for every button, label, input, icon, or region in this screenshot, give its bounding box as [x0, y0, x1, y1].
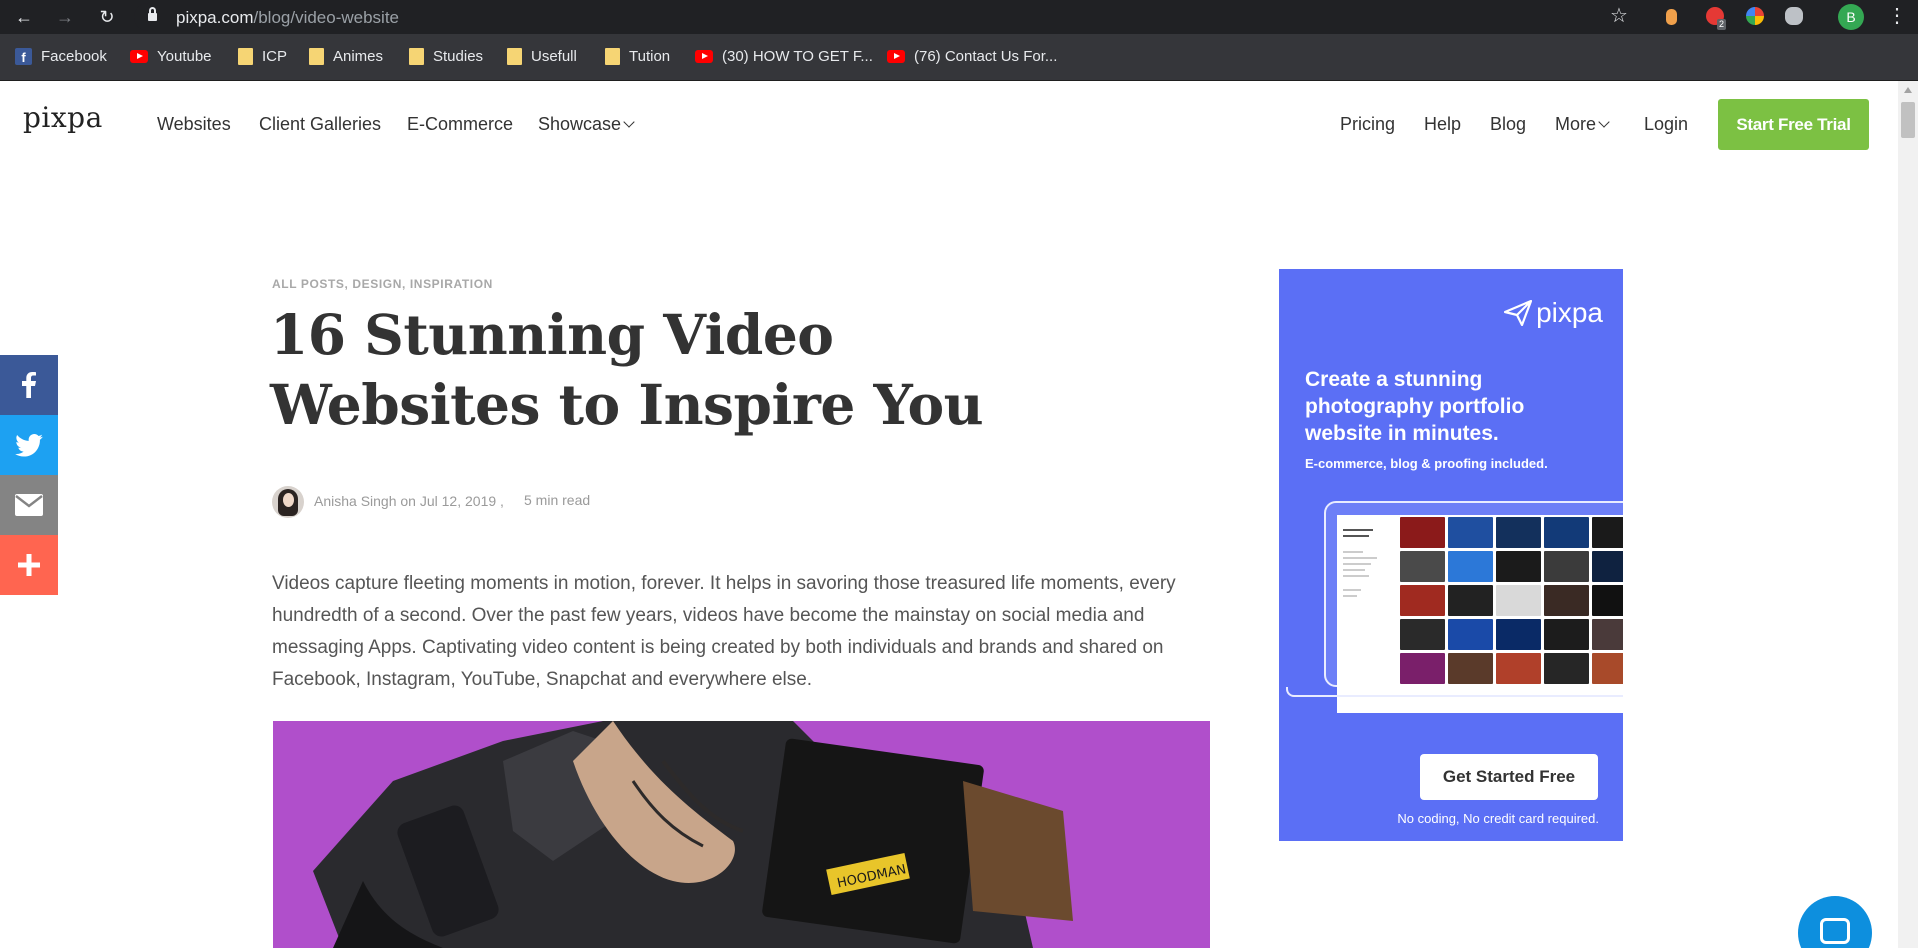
browser-toolbar: ← → ↻ pixpa.com/blog/video-website ☆ 2 B… [0, 0, 1918, 34]
chat-launcher-button[interactable] [1798, 896, 1872, 948]
bookmark-studies[interactable]: Studies [409, 47, 483, 67]
ad-subline: E-commerce, blog & proofing included. [1305, 456, 1548, 471]
nav-login[interactable]: Login [1644, 114, 1688, 135]
nav-help[interactable]: Help [1424, 114, 1461, 135]
nav-showcase-label: Showcase [538, 114, 622, 134]
bookmark-usefull[interactable]: Usefull [507, 47, 577, 67]
facebook-icon [22, 372, 36, 398]
extension-icon[interactable] [1746, 7, 1764, 25]
scroll-thumb[interactable] [1901, 102, 1915, 138]
chevron-down-icon [1598, 116, 1610, 128]
photo-grid [1400, 517, 1623, 684]
portfolio-screen [1337, 515, 1623, 713]
profile-avatar[interactable]: B [1838, 4, 1864, 30]
laptop-base [1286, 687, 1623, 697]
folder-icon [409, 47, 424, 65]
extension-icon[interactable] [1785, 7, 1803, 25]
bookmark-tution[interactable]: Tution [605, 47, 670, 67]
folder-icon [507, 47, 522, 65]
site-logo[interactable]: pixpa [23, 101, 103, 134]
author-avatar [272, 486, 304, 518]
extension-icon[interactable] [1666, 9, 1677, 25]
nav-more[interactable]: More [1555, 114, 1610, 135]
bookmark-animes[interactable]: Animes [309, 47, 383, 67]
ad-logo-text: pixpa [1536, 297, 1603, 328]
bookmark-star-icon[interactable]: ☆ [1610, 3, 1628, 28]
read-time: 5 min read [524, 492, 591, 508]
nav-websites[interactable]: Websites [157, 114, 231, 135]
forward-icon[interactable]: → [53, 5, 77, 29]
article-hero-image: HOODMAN [273, 721, 1210, 948]
url-text: pixpa.com/blog/video-website [176, 8, 400, 27]
folder-icon [605, 47, 620, 65]
youtube-icon [695, 49, 713, 63]
plus-icon [18, 554, 40, 576]
scroll-up-icon[interactable] [1904, 87, 1912, 93]
site-header: pixpa Websites Client Galleries E-Commer… [0, 81, 1898, 169]
bookmark-video-2[interactable]: (76) Contact Us For... [887, 47, 1057, 67]
article-intro: Videos capture fleeting moments in motio… [272, 573, 1176, 690]
share-more-button[interactable] [0, 535, 58, 595]
folder-icon [238, 47, 253, 65]
address-bar[interactable]: pixpa.com/blog/video-website [134, 3, 1624, 31]
article-title: 16 Stunning Video Websites to Inspire Yo… [270, 302, 984, 437]
share-twitter-button[interactable] [0, 415, 58, 475]
laptop-illustration [1324, 501, 1623, 713]
menu-icon[interactable]: ⋮ [1887, 4, 1907, 28]
nav-showcase[interactable]: Showcase [538, 114, 635, 135]
nav-more-label: More [1555, 114, 1597, 134]
author-date: Anisha Singh on Jul 12, 2019 , [314, 493, 504, 509]
bookmarks-bar: f Facebook Youtube ICP Animes Studies Use… [0, 34, 1918, 81]
article-categories[interactable]: ALL POSTS, DESIGN, INSPIRATION [272, 277, 493, 291]
lock-icon [148, 7, 157, 22]
reload-icon[interactable]: ↻ [95, 5, 119, 29]
nav-blog[interactable]: Blog [1490, 114, 1526, 135]
page-scrollbar[interactable] [1898, 81, 1918, 948]
bookmark-facebook[interactable]: f Facebook [15, 47, 107, 67]
back-icon[interactable]: ← [12, 5, 36, 29]
nav-pricing[interactable]: Pricing [1340, 114, 1395, 135]
mail-icon [15, 494, 43, 516]
youtube-icon [130, 49, 148, 63]
sidebar-ad[interactable]: pixpa Create a stunning photography port… [1279, 269, 1623, 841]
extension-badge: 2 [1717, 19, 1727, 30]
chevron-down-icon [623, 116, 635, 128]
share-email-button[interactable] [0, 475, 58, 535]
ad-logo: pixpa [1503, 297, 1603, 329]
nav-client-galleries[interactable]: Client Galleries [259, 114, 381, 135]
folder-icon [309, 47, 324, 65]
youtube-icon [887, 49, 905, 63]
twitter-icon [15, 433, 43, 457]
start-free-trial-button[interactable]: Start Free Trial [1718, 99, 1869, 150]
get-started-free-button[interactable]: Get Started Free [1420, 754, 1598, 800]
ad-headline: Create a stunning photography portfolio … [1305, 368, 1525, 445]
paper-plane-icon [1503, 299, 1533, 327]
bookmark-icp[interactable]: ICP [238, 47, 287, 67]
ad-footnote: No coding, No credit card required. [1397, 811, 1599, 826]
nav-e-commerce[interactable]: E-Commerce [407, 114, 513, 135]
bookmark-video-1[interactable]: (30) HOW TO GET F... [695, 47, 873, 67]
bookmark-youtube[interactable]: Youtube [130, 47, 212, 67]
camera-photo: HOODMAN [273, 721, 1210, 948]
chat-icon [1820, 918, 1850, 944]
facebook-icon: f [15, 47, 32, 65]
share-facebook-button[interactable] [0, 355, 58, 415]
